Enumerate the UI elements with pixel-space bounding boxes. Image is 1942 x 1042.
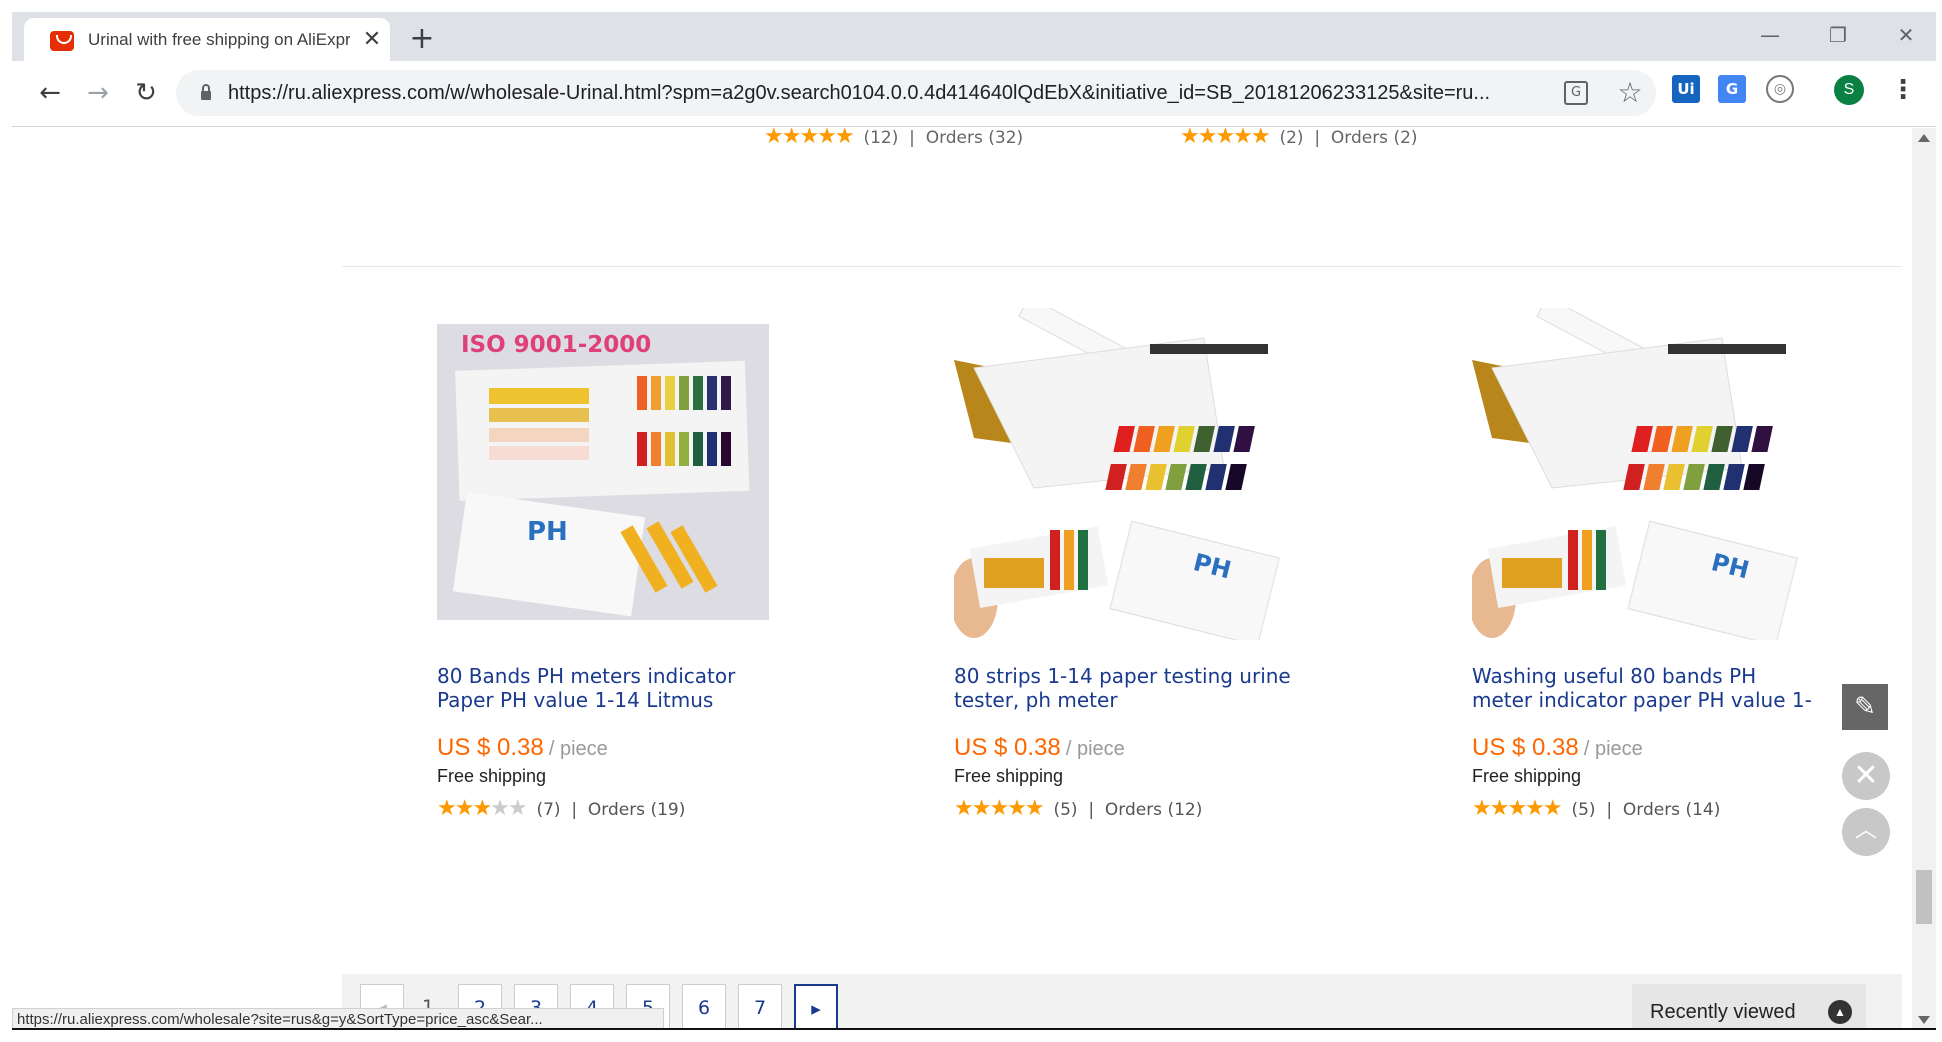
reload-icon[interactable]: ↻ bbox=[126, 73, 166, 113]
forward-arrow-icon[interactable]: → bbox=[78, 73, 118, 113]
address-bar[interactable]: https://ru.aliexpress.com/w/wholesale-Ur… bbox=[176, 70, 1656, 116]
rating-stars-icon: ★★★★★ bbox=[1180, 128, 1271, 149]
orders-count[interactable]: Orders (12) bbox=[1105, 800, 1202, 820]
tab-close-icon[interactable]: ✕ bbox=[360, 28, 384, 52]
browser-tab[interactable]: Urinal with free shipping on AliExpress … bbox=[24, 18, 390, 61]
orders-count[interactable]: Orders (19) bbox=[588, 800, 685, 820]
price-row: US $ 0.38 / piece bbox=[437, 734, 608, 766]
ui-extension-icon[interactable]: Ui bbox=[1672, 75, 1700, 103]
svg-text:PH: PH bbox=[527, 517, 568, 547]
lock-icon bbox=[201, 84, 211, 100]
scroll-top-icon[interactable]: ︿ bbox=[1842, 808, 1890, 856]
product-title[interactable]: 80 strips 1-14 paper testing urine teste… bbox=[954, 664, 1294, 716]
free-shipping-label: Free shipping bbox=[1472, 766, 1582, 786]
tab-title: Urinal with free shipping on AliExpress bbox=[88, 30, 350, 49]
free-shipping-label: Free shipping bbox=[954, 766, 1064, 786]
chevron-up-icon: ▲ bbox=[1828, 1000, 1852, 1024]
feedback-edit-icon[interactable]: ✎ bbox=[1842, 684, 1888, 730]
product-card: PH Washing useful 80 bands PH meter indi… bbox=[1472, 308, 1832, 848]
scroll-up-icon[interactable] bbox=[1918, 134, 1930, 142]
product-title[interactable]: 80 Bands PH meters indicator Paper PH va… bbox=[437, 664, 777, 716]
recently-viewed-label: Recently viewed bbox=[1650, 1001, 1796, 1023]
close-icon[interactable]: ✕ bbox=[1842, 752, 1890, 800]
rating-row: ★★★★★ (5) | Orders (14) bbox=[1472, 796, 1721, 821]
ph-strips-photo: PH bbox=[1472, 308, 1804, 640]
price-row: US $ 0.38 / piece bbox=[1472, 734, 1643, 766]
top-rating-row: ★★★★★ (12) | Orders (32) bbox=[764, 128, 1023, 149]
url-text[interactable]: https://ru.aliexpress.com/w/wholesale-Ur… bbox=[228, 82, 1578, 106]
scroll-down-icon[interactable] bbox=[1918, 1016, 1930, 1024]
ph-strips-photo: PH bbox=[954, 308, 1286, 640]
scrollbar-thumb[interactable] bbox=[1916, 870, 1932, 924]
orders-count[interactable]: Orders (2) bbox=[1331, 128, 1418, 148]
review-count[interactable]: (5) bbox=[1053, 800, 1077, 820]
product-title[interactable]: Washing useful 80 bands PH meter indicat… bbox=[1472, 664, 1812, 716]
rating-stars-icon: ★★★★★ bbox=[954, 796, 1045, 821]
page-7-button[interactable]: 7 bbox=[738, 984, 782, 1030]
tab-strip: Urinal with free shipping on AliExpress … bbox=[12, 12, 1936, 61]
product-price: US $ 0.38 bbox=[437, 734, 544, 761]
free-shipping-label: Free shipping bbox=[437, 766, 547, 786]
top-rating-row: ★★★★★ (2) | Orders (2) bbox=[1180, 128, 1418, 149]
price-unit: / piece bbox=[1065, 738, 1125, 760]
product-price: US $ 0.38 bbox=[954, 734, 1061, 761]
orders-count[interactable]: Orders (14) bbox=[1623, 800, 1720, 820]
taskbar-strip bbox=[12, 1028, 1936, 1030]
orders-count[interactable]: Orders (32) bbox=[926, 128, 1023, 148]
page-content: ★★★★★ (12) | Orders (32) ★★★★★ (2) | Ord… bbox=[12, 128, 1912, 1030]
product-image[interactable]: PH bbox=[1472, 308, 1804, 640]
product-image[interactable]: ISO 9001-2000 PH bbox=[437, 324, 769, 620]
rating-stars-icon: ★★★★★ bbox=[764, 128, 855, 149]
rating-stars-icon: ★★★★★ bbox=[1472, 796, 1563, 821]
rating-row: ★★★★★ (7) | Orders (19) bbox=[437, 796, 686, 821]
back-arrow-icon[interactable]: ← bbox=[30, 73, 70, 113]
window-minimize-icon[interactable]: — bbox=[1750, 20, 1790, 50]
product-price: US $ 0.38 bbox=[1472, 734, 1579, 761]
product-card: PH 80 strips 1-14 paper testing urine te… bbox=[954, 308, 1314, 848]
review-count[interactable]: (12) bbox=[863, 128, 898, 148]
rating-row: ★★★★★ (5) | Orders (12) bbox=[954, 796, 1203, 821]
product-card: ISO 9001-2000 PH 80 Bands PH meters indi… bbox=[437, 318, 797, 848]
product-image[interactable]: PH bbox=[954, 308, 1286, 640]
review-count[interactable]: (7) bbox=[536, 800, 560, 820]
screen: Urinal with free shipping on AliExpress … bbox=[0, 0, 1942, 1042]
price-unit: / piece bbox=[548, 738, 608, 760]
window-restore-icon[interactable]: ❐ bbox=[1818, 20, 1858, 50]
price-unit: / piece bbox=[1583, 738, 1643, 760]
ph-paper-photo: ISO 9001-2000 PH bbox=[437, 324, 769, 620]
aliexpress-favicon-icon bbox=[50, 31, 74, 51]
page-6-button[interactable]: 6 bbox=[682, 984, 726, 1030]
browser-toolbar: ← → ↻ https://ru.aliexpress.com/w/wholes… bbox=[12, 61, 1936, 127]
row-divider bbox=[342, 266, 1902, 267]
google-translate-extension-icon[interactable]: G bbox=[1718, 75, 1746, 103]
recently-viewed-button[interactable]: Recently viewed ▲ bbox=[1632, 984, 1866, 1030]
rating-stars-icon: ★★★★★ bbox=[437, 796, 528, 821]
vertical-scrollbar[interactable] bbox=[1912, 128, 1936, 1030]
new-tab-icon[interactable]: + bbox=[404, 22, 440, 58]
status-bar-url: https://ru.aliexpress.com/wholesale?site… bbox=[12, 1008, 664, 1030]
profile-avatar[interactable]: S bbox=[1834, 75, 1864, 105]
browser-menu-icon[interactable]: ⋮ bbox=[1890, 73, 1916, 107]
translate-icon[interactable]: G bbox=[1564, 81, 1588, 105]
iso-banner-text: ISO 9001-2000 bbox=[461, 332, 651, 358]
review-count[interactable]: (5) bbox=[1571, 800, 1595, 820]
window-close-icon[interactable]: ✕ bbox=[1886, 20, 1926, 50]
review-count[interactable]: (2) bbox=[1279, 128, 1303, 148]
bookmark-star-icon[interactable]: ☆ bbox=[1614, 77, 1646, 109]
browser-window: Urinal with free shipping on AliExpress … bbox=[12, 12, 1936, 1030]
globe-extension-icon[interactable]: ◎ bbox=[1766, 75, 1794, 103]
price-row: US $ 0.38 / piece bbox=[954, 734, 1125, 766]
next-page-icon[interactable]: ▸ bbox=[794, 984, 838, 1030]
